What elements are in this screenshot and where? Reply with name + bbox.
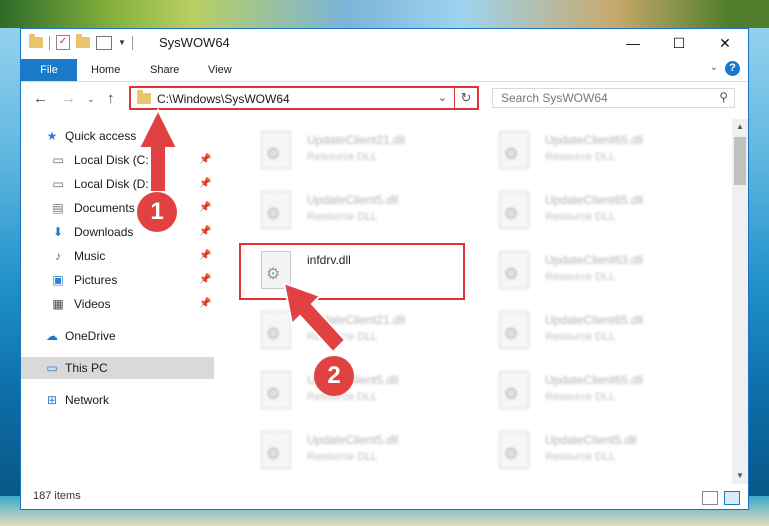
step-1-badge: 1 [137,192,177,232]
annotation-arrows [137,107,347,354]
arrow-2-shape [282,281,347,354]
step-2-badge: 2 [314,356,354,396]
arrow-1-shape [137,107,179,193]
